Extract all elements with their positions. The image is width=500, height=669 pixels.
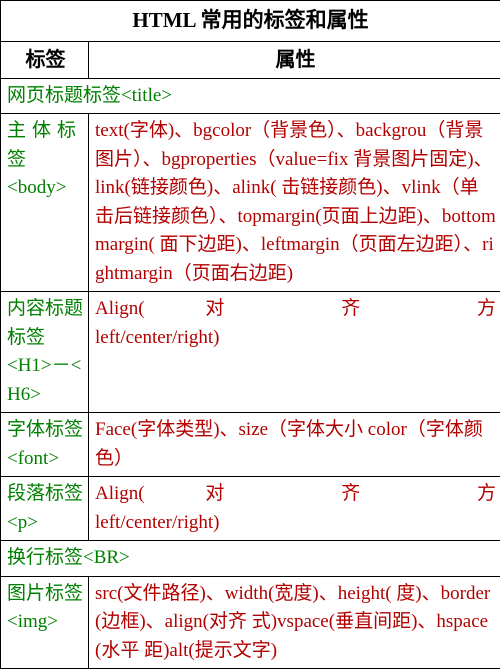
tag-cell: 主体标签<body> bbox=[1, 114, 89, 292]
attr-cell: src(文件路径)、width(宽度)、height( 度)、border(边框… bbox=[89, 576, 500, 669]
table-title: HTML 常用的标签和属性 bbox=[1, 1, 500, 42]
tag-cell: 换行标签<BR> bbox=[1, 541, 500, 577]
tag-cell: 字体标签<font> bbox=[1, 413, 89, 477]
attr-cell: text(字体)、bgcolor（背景色）、backgrou（背景图片）、bgp… bbox=[89, 114, 500, 292]
tag-cell: 图片标签<img> bbox=[1, 576, 89, 669]
header-tag: 标签 bbox=[1, 41, 89, 78]
attr-cell: Face(字体类型)、size（字体大小 color（字体颜色） bbox=[89, 413, 500, 477]
tag-cell: 网页标题标签<title> bbox=[1, 78, 500, 114]
tag-cell: 内容标题标签<H1>－<H6> bbox=[1, 292, 89, 413]
attr-cell: Align( 对 齐 方 left/center/right) bbox=[89, 292, 500, 413]
html-tags-table: HTML 常用的标签和属性 标签 属性 网页标题标签<title> 主体标签<b… bbox=[0, 0, 500, 669]
attr-cell: Align( 对 齐 方 left/center/right) bbox=[89, 477, 500, 541]
tag-cell: 段落标签<p> bbox=[1, 477, 89, 541]
header-attr: 属性 bbox=[89, 41, 500, 78]
